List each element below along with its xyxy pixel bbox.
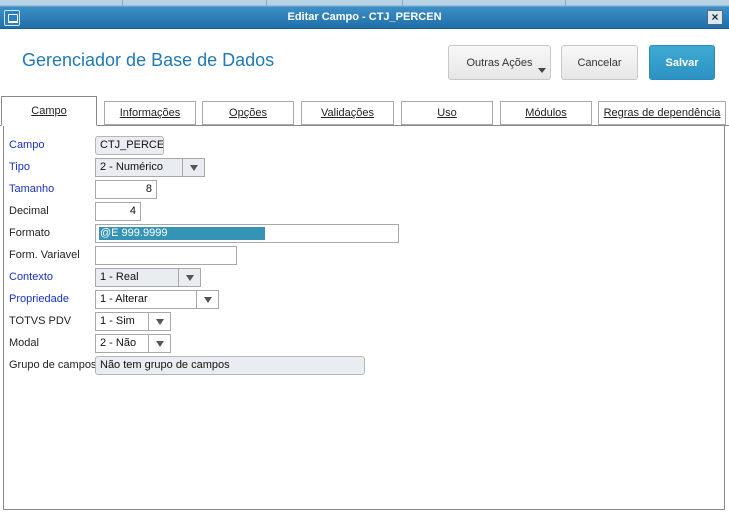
- outras-acoes-label: Outras Ações: [466, 56, 533, 69]
- tamanho-label: Tamanho: [9, 183, 55, 195]
- chevron-down-icon: [538, 68, 546, 73]
- tab-opcoes[interactable]: Opções: [202, 101, 294, 125]
- tab-validacoes[interactable]: Validações: [301, 101, 394, 125]
- formato-label: Formato: [9, 227, 50, 239]
- grupo-campos-field[interactable]: Não tem grupo de campos: [95, 356, 365, 375]
- totvs-pdv-value: 1 - Sim: [100, 315, 135, 327]
- decimal-input[interactable]: 4: [95, 202, 141, 221]
- window-title: Editar Campo - CTJ_PERCEN: [287, 11, 442, 23]
- chevron-down-icon[interactable]: [148, 335, 170, 352]
- propriedade-label: Propriedade: [9, 293, 69, 305]
- campo-field[interactable]: CTJ_PERCEN: [95, 136, 164, 155]
- grupo-campos-label: Grupo de campos: [9, 359, 97, 371]
- formato-input[interactable]: @E 999.9999: [95, 224, 399, 243]
- contexto-label: Contexto: [9, 271, 54, 283]
- contexto-value: 1 - Real: [100, 271, 139, 283]
- close-icon[interactable]: ×: [707, 10, 723, 25]
- tipo-select[interactable]: 2 - Numérico: [95, 158, 205, 177]
- outras-acoes-button[interactable]: Outras Ações: [448, 45, 551, 80]
- modal-select[interactable]: 2 - Não: [95, 334, 171, 353]
- tab-campo[interactable]: Campo: [1, 96, 97, 126]
- window-titlebar: Editar Campo - CTJ_PERCEN ×: [0, 6, 729, 29]
- contexto-select[interactable]: 1 - Real: [95, 268, 201, 287]
- tamanho-input[interactable]: 8: [95, 180, 157, 199]
- campo-label: Campo: [9, 139, 45, 151]
- tab-bar: Campo Informações Opções Validações Uso …: [0, 95, 729, 126]
- propriedade-select[interactable]: 1 - Alterar: [95, 290, 219, 309]
- tab-regras-dependencia[interactable]: Regras de dependência: [598, 101, 726, 125]
- chevron-down-icon[interactable]: [178, 269, 200, 286]
- totvs-pdv-label: TOTVS PDV: [9, 315, 72, 327]
- totvs-pdv-select[interactable]: 1 - Sim: [95, 312, 171, 331]
- formato-value: @E 999.9999: [99, 227, 265, 240]
- page-header: Gerenciador de Base de Dados Outras Açõe…: [0, 29, 729, 95]
- decimal-label: Decimal: [9, 205, 49, 217]
- save-button[interactable]: Salvar: [649, 45, 715, 80]
- chevron-down-icon[interactable]: [196, 291, 218, 308]
- tab-modulos[interactable]: Módulos: [500, 101, 592, 125]
- modal-value: 2 - Não: [100, 337, 137, 349]
- form-variavel-label: Form. Variavel: [9, 249, 80, 261]
- form-variavel-input[interactable]: [95, 246, 237, 265]
- tipo-label: Tipo: [9, 161, 30, 173]
- tab-uso[interactable]: Uso: [401, 101, 493, 125]
- cancel-button[interactable]: Cancelar: [561, 45, 638, 80]
- page-title: Gerenciador de Base de Dados: [22, 50, 275, 70]
- chevron-down-icon[interactable]: [182, 159, 204, 176]
- propriedade-value: 1 - Alterar: [100, 293, 148, 305]
- modal-label: Modal: [9, 337, 39, 349]
- tab-informacoes[interactable]: Informações: [104, 101, 196, 125]
- tipo-value: 2 - Numérico: [100, 161, 163, 173]
- chevron-down-icon[interactable]: [148, 313, 170, 330]
